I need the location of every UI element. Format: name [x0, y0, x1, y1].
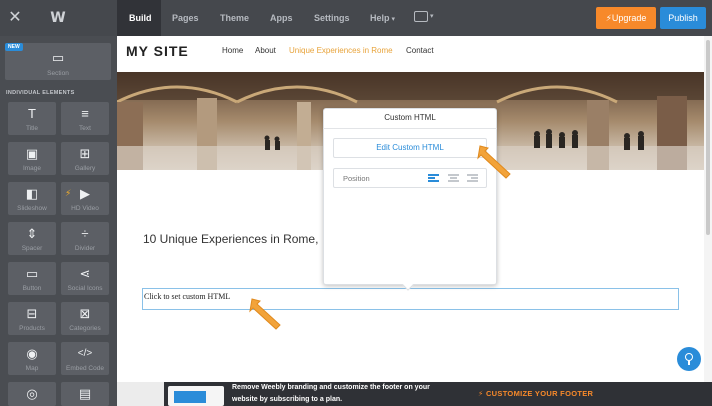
- element-title[interactable]: T Title: [8, 102, 56, 135]
- title-icon: T: [28, 106, 36, 121]
- close-icon[interactable]: ✕: [0, 0, 30, 36]
- chevron-down-icon[interactable]: ▾: [430, 12, 434, 20]
- align-left-icon[interactable]: [428, 174, 439, 182]
- site-nav-unique-experiences[interactable]: Unique Experiences in Rome: [289, 46, 393, 55]
- section-label: Section: [47, 70, 69, 77]
- element-text[interactable]: ≡ Text: [61, 102, 109, 135]
- element-label: Spacer: [21, 245, 43, 252]
- element-search[interactable]: ◎: [8, 382, 56, 406]
- footer-message-line2: website by subscribing to a plan.: [232, 396, 343, 403]
- element-label: Button: [22, 285, 42, 292]
- element-map[interactable]: ◉ Map: [8, 342, 56, 375]
- align-center-icon[interactable]: [448, 174, 459, 182]
- element-more[interactable]: ▤: [61, 382, 109, 406]
- document-icon: ▤: [78, 386, 92, 401]
- chevron-down-icon: ▾: [391, 16, 396, 23]
- pointer-arrow-icon: [477, 145, 511, 179]
- popover-title: Custom HTML: [384, 113, 436, 122]
- element-label: Gallery: [74, 165, 96, 172]
- site-nav-contact[interactable]: Contact: [406, 46, 434, 55]
- element-label: Image: [22, 165, 42, 172]
- device-preview-icon[interactable]: [414, 11, 428, 22]
- page-heading[interactable]: 10 Unique Experiences in Rome,: [143, 232, 318, 246]
- editor-root: ✕ W Build Pages Theme Apps Settings Help…: [0, 0, 712, 406]
- bolt-icon: ⚡: [478, 389, 486, 398]
- footer-message-line1: Remove Weebly branding and customize the…: [232, 384, 430, 391]
- custom-html-popover: [323, 108, 497, 285]
- tab-help[interactable]: Help ▾: [370, 0, 395, 36]
- footer-preview-bar: [174, 391, 206, 403]
- help-button[interactable]: [677, 347, 701, 371]
- tab-apps[interactable]: Apps: [270, 0, 293, 36]
- element-spacer[interactable]: ⇕ Spacer: [8, 222, 56, 255]
- weebly-logo: W: [50, 10, 66, 26]
- element-divider[interactable]: ÷ Divider: [61, 222, 109, 255]
- text-icon: ≡: [81, 106, 89, 121]
- popover-divider: [323, 128, 497, 129]
- scrollbar-thumb[interactable]: [706, 40, 710, 235]
- share-icon: ⋖: [79, 266, 91, 281]
- spacer-icon: ⇕: [26, 226, 38, 241]
- lightbulb-stem: [688, 360, 690, 365]
- element-label: Map: [25, 365, 39, 372]
- footer-spacer: [117, 382, 164, 406]
- element-slideshow[interactable]: ◧ Slideshow: [8, 182, 56, 215]
- element-label: HD Video: [71, 205, 99, 212]
- element-categories[interactable]: ⊠ Categories: [61, 302, 109, 335]
- section-icon: ▭: [51, 50, 65, 65]
- element-label: Divider: [74, 245, 96, 252]
- element-embed-code[interactable]: </> Embed Code: [61, 342, 109, 375]
- top-toolbar: ✕ W Build Pages Theme Apps Settings Help…: [0, 0, 712, 36]
- element-label: Text: [79, 125, 91, 132]
- tab-theme[interactable]: Theme: [220, 0, 249, 36]
- divider-icon: ÷: [81, 226, 89, 241]
- element-label: Products: [19, 325, 45, 332]
- site-nav-about[interactable]: About: [255, 46, 276, 55]
- site-title[interactable]: MY SITE: [126, 43, 189, 59]
- products-icon: ⊟: [26, 306, 38, 321]
- image-icon: ▣: [25, 146, 39, 161]
- element-social-icons[interactable]: ⋖ Social Icons: [61, 262, 109, 295]
- element-products[interactable]: ⊟ Products: [8, 302, 56, 335]
- gallery-icon: ⊞: [79, 146, 91, 161]
- element-gallery[interactable]: ⊞ Gallery: [61, 142, 109, 175]
- publish-button[interactable]: Publish: [660, 7, 706, 29]
- code-icon: </>: [77, 348, 93, 359]
- customize-footer-label: CUSTOMIZE YOUR FOOTER: [485, 389, 594, 398]
- elements-heading: INDIVIDUAL ELEMENTS: [6, 90, 75, 96]
- slideshow-icon: ◧: [25, 186, 39, 201]
- new-badge: NEW: [5, 43, 23, 51]
- position-label: Position: [343, 174, 370, 183]
- premium-bolt-icon: ⚡: [65, 188, 72, 198]
- tab-build[interactable]: Build: [129, 0, 152, 36]
- categories-icon: ⊠: [79, 306, 91, 321]
- element-button[interactable]: ▭ Button: [8, 262, 56, 295]
- upgrade-button[interactable]: ⚡Upgrade: [596, 7, 656, 29]
- element-label: Embed Code: [66, 365, 104, 372]
- edit-custom-html-button[interactable]: Edit Custom HTML: [333, 138, 487, 158]
- element-label: Title: [25, 125, 39, 132]
- map-pin-icon: ◉: [26, 346, 38, 361]
- element-label: Categories: [69, 325, 101, 332]
- customize-footer-link[interactable]: ⚡ CUSTOMIZE YOUR FOOTER: [478, 389, 593, 398]
- pointer-arrow-icon: [249, 298, 281, 330]
- tab-settings[interactable]: Settings: [314, 0, 350, 36]
- site-nav-home[interactable]: Home: [222, 46, 243, 55]
- footer-preview-thumbnail: [168, 386, 224, 406]
- element-label: Social Icons: [67, 285, 103, 292]
- element-label: Slideshow: [17, 205, 47, 212]
- search-icon: ◎: [26, 386, 38, 401]
- tab-help-label: Help: [370, 13, 390, 23]
- button-icon: ▭: [25, 266, 39, 281]
- custom-html-placeholder[interactable]: Click to set custom HTML: [144, 292, 230, 301]
- tab-pages[interactable]: Pages: [172, 0, 199, 36]
- upgrade-label: Upgrade: [611, 13, 647, 23]
- element-image[interactable]: ▣ Image: [8, 142, 56, 175]
